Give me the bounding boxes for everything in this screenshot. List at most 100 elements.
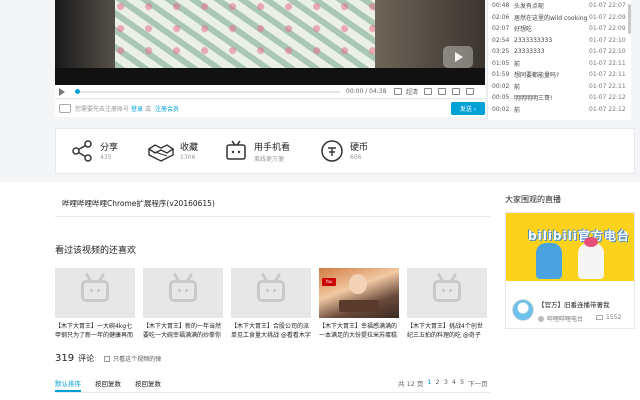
mobile-watch-button[interactable]: 用手机看 离线更方便 — [224, 137, 324, 167]
recommend-title: 看过该视频的还喜欢 — [55, 246, 137, 256]
next-page-link[interactable]: 下一页 — [468, 378, 488, 388]
danmaku-time: 00:02 — [492, 82, 510, 90]
live-room-name[interactable]: 【官方】旧番连播带著我 — [538, 299, 610, 309]
danmaku-content: 前 — [514, 60, 521, 68]
recommend-card[interactable]: 【木下大胃王】挑战4个创世纪三五拍的料理的吃 @奇子 — [407, 268, 487, 340]
danmaku-row[interactable]: 00:48 头发有点呢 01-07 22:07 — [488, 0, 631, 12]
live-viewers: 1552 — [596, 314, 621, 321]
coin-button[interactable]: 硬币 606 — [320, 137, 400, 167]
danmaku-time: 00:05 — [492, 94, 510, 102]
danmaku-input-bar: 您需要先去注册账号 登录 或 注册会员 发送 › — [55, 100, 485, 117]
danmaku-content: 居然在这里的wild cooking — [514, 14, 588, 22]
progress-bar[interactable] — [75, 88, 340, 94]
page-total: 共 12 页 — [398, 380, 424, 388]
live-banner[interactable]: bilibili官方电台 — [506, 213, 634, 281]
tab-by-replies[interactable]: 按回复数 — [95, 378, 121, 392]
share-icon — [72, 140, 92, 162]
quality-button[interactable]: 超清 — [406, 87, 418, 96]
mascot-22 — [536, 243, 562, 279]
danmaku-notice: 您需要先去注册账号 — [75, 106, 130, 113]
recommend-thumbnail[interactable] — [231, 268, 311, 318]
action-bar: 分享 435 收藏 1306 用手机看 离线更方便 硬币 606 — [55, 128, 635, 174]
recommend-thumbnail[interactable] — [407, 268, 487, 318]
register-link[interactable]: 注册会员 — [155, 104, 179, 113]
danmaku-row[interactable]: 01:05 前 01-07 22:11 — [488, 58, 631, 70]
danmaku-time: 01:05 — [492, 59, 510, 67]
recommend-card[interactable]: You 【木下大胃王】幸福感满满的一本满足的大份提拉米苏蛋糕 @ — [319, 268, 399, 340]
danmaku-content: 前 — [514, 106, 521, 114]
danmaku-time: 02:54 — [492, 36, 510, 44]
recommend-card[interactable]: 【木下大胃王】一大碗4kg七甲钢只为了新一年的健康再而 — [55, 268, 135, 340]
danmaku-row[interactable]: 03:25 23333333 01-07 22:10 — [488, 46, 631, 58]
danmaku-date: 01-07 22:10 — [589, 36, 626, 44]
live-user[interactable]: 哔哩哔哩电台 — [538, 314, 583, 323]
tab-default-sort[interactable]: 默认排序 — [55, 378, 81, 392]
danmaku-row[interactable]: 00:02 前 01-07 22:11 — [488, 81, 631, 93]
filter-checkbox[interactable] — [104, 355, 111, 362]
fullscreen-icon[interactable] — [466, 88, 475, 95]
youtube-logo-icon: You — [322, 278, 336, 286]
login-link[interactable]: 登录 — [131, 104, 143, 113]
page-4[interactable]: 4 — [452, 378, 456, 388]
danmaku-date: 01-07 22:11 — [589, 82, 626, 90]
danmaku-content: 明明明明三哥! — [514, 95, 553, 103]
recommend-thumbnail[interactable]: You — [319, 268, 399, 318]
recommend-title-text[interactable]: 【木下大胃王】挑战4个创世纪三五拍的料理的吃 @奇子 — [407, 322, 487, 340]
avatar[interactable] — [512, 299, 534, 321]
recommend-title-text[interactable]: 【木下大胃王】幸福感满满的一本满足的大份提拉米苏蛋糕 @ — [319, 322, 399, 340]
danmaku-row[interactable]: 02:54 2333333333 01-07 22:10 — [488, 35, 631, 47]
divider — [55, 216, 490, 217]
video-page: 00:00 / 04:38 超清 您需要先去注册账号 登录 或 注册会员 发送 … — [0, 0, 640, 400]
danmaku-row[interactable]: 02:07 好想吃 01-07 22:09 — [488, 23, 631, 35]
recommend-title-text[interactable]: 【木下大胃王】新的一年当然要吃一大碗幸福满满的炒拳你 — [143, 322, 223, 340]
pagination: 共 12 页 1 2 3 4 5 下一页 — [398, 378, 492, 388]
favorite-count: 1306 — [180, 154, 196, 161]
or-text: 或 — [145, 106, 152, 113]
send-danmaku-button[interactable]: 发送 › — [451, 102, 485, 115]
viewer-icon — [596, 315, 603, 320]
danmaku-content: 前 — [514, 83, 521, 91]
live-card[interactable]: bilibili官方电台 【官方】旧番连播带著我 哔哩哔哩电台 1552 — [505, 212, 635, 329]
danmaku-style-icon[interactable] — [59, 104, 71, 113]
tv-placeholder-icon — [81, 280, 109, 302]
video-description: 哔哩哔哩哔哩Chrome扩展程序(v20160615) — [62, 199, 215, 208]
play-button[interactable] — [55, 85, 69, 99]
danmaku-row[interactable]: 00:02 前 01-07 22:12 — [488, 104, 631, 116]
danmaku-row[interactable]: 01:59 想同要都能量吗? 01-07 22:11 — [488, 69, 631, 81]
share-count: 435 — [100, 154, 112, 161]
settings-icon[interactable] — [424, 88, 433, 95]
recommend-title-text[interactable]: 【木下大胃王】一大碗4kg七甲钢只为了新一年的健康再而 — [55, 322, 135, 340]
time-display: 00:00 / 04:38 — [346, 88, 387, 95]
page-3[interactable]: 3 — [444, 378, 448, 388]
recommend-thumbnail[interactable] — [55, 268, 135, 318]
danmaku-row[interactable]: 02:06 居然在这里的wild cooking 01-07 22:09 — [488, 12, 631, 24]
recommend-card[interactable]: 【木下大胃王】合股公司的派单见工食量大挑战 @看看木字 — [231, 268, 311, 340]
tv-placeholder-icon — [169, 280, 197, 302]
tab-by-replies-2[interactable]: 按回复数 — [135, 378, 161, 392]
page-5[interactable]: 5 — [460, 378, 464, 388]
danmaku-row[interactable]: 00:05 明明明明三哥! 01-07 22:12 — [488, 92, 631, 104]
recommend-thumbnail[interactable] — [143, 268, 223, 318]
danmaku-scrollbar[interactable] — [628, 4, 631, 34]
recommend-card[interactable]: 【木下大胃王】新的一年当然要吃一大碗幸福满满的炒拳你 — [143, 268, 223, 340]
page-1[interactable]: 1 — [427, 378, 431, 388]
danmaku-date: 01-07 22:11 — [589, 59, 626, 67]
mascot-33 — [578, 237, 604, 279]
widescreen-icon[interactable] — [452, 88, 461, 95]
video-content — [115, 0, 375, 68]
coin-label: 硬币 — [350, 143, 369, 153]
favorite-button[interactable]: 收藏 1306 — [146, 137, 226, 167]
tv-icon — [226, 140, 246, 160]
danmaku-toggle-icon[interactable] — [438, 88, 447, 95]
video-canvas[interactable] — [55, 0, 485, 85]
recommend-title-text[interactable]: 【木下大胃王】合股公司的派单见工食量大挑战 @看看木字 — [231, 322, 311, 340]
page-2[interactable]: 2 — [436, 378, 440, 388]
volume-icon[interactable] — [394, 88, 402, 95]
danmaku-time: 01:59 — [492, 71, 510, 79]
play-overlay-icon[interactable] — [443, 46, 473, 68]
share-button[interactable]: 分享 435 — [70, 137, 150, 167]
coin-icon — [321, 140, 343, 162]
comment-count: 319 — [55, 353, 75, 364]
player-controls: 00:00 / 04:38 超清 — [55, 85, 485, 99]
comment-label: 评论 — [78, 354, 95, 363]
